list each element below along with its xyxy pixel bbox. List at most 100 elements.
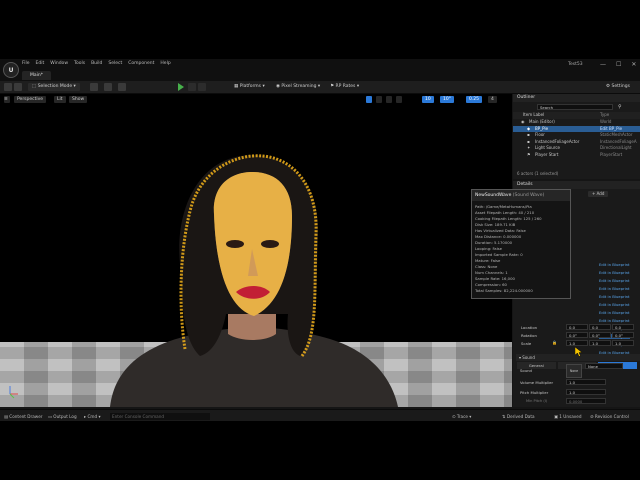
edit-in-blueprint-link[interactable]: Edit in Blueprint [599,318,630,323]
tooltip-asset-class: (Sound Wave) [512,193,545,198]
close-button[interactable]: ✕ [631,61,636,68]
scale-x[interactable]: 1.0 [566,340,588,346]
content-browser-icon[interactable] [14,83,22,91]
pixel-streaming-dropdown[interactable]: ◉ Pixel Streaming ▾ [276,83,320,91]
outliner-search-input[interactable]: Search [537,104,613,110]
menu-component[interactable]: Component [128,61,154,66]
translate-tool-icon[interactable] [376,96,382,103]
tooltip-line: Max Distance: 0.000000 [475,234,522,239]
pixel-streaming-label: Pixel Streaming [281,84,317,89]
tooltip-line: Asset Filepath Length: 40 / 210 [475,210,535,215]
row-name: Player Start [535,151,559,157]
perspective-dropdown[interactable]: Perspective [14,96,47,103]
level-viewport[interactable]: ≡ Perspective Lit Show 10 10° 0.25 4 [0,94,512,407]
minimize-button[interactable]: — [600,61,606,68]
derived-data-button[interactable]: ⇅ Derived Data [502,413,535,420]
location-y[interactable]: 0.0 [589,324,611,330]
scale-label[interactable]: Scale [521,341,531,346]
unsaved-button[interactable]: ▣ 1 Unsaved [554,413,581,420]
volume-multiplier-field[interactable]: 1.0 [566,379,606,385]
edit-in-blueprint-link[interactable]: Edit in Blueprint [599,310,630,315]
filter-icon[interactable]: ⚲ [618,104,622,110]
tooltip-line: Path: /Game/MetaHumans/Pia [475,204,532,209]
tooltip-line: Looping: False [475,246,502,251]
unreal-editor-window: U File Edit Window Tools Build Select Co… [0,59,640,421]
scale-z[interactable]: 1.0 [612,340,634,346]
trace-dropdown[interactable]: ⊙ Trace ▾ [452,413,471,420]
menu-window[interactable]: Window [50,61,68,66]
settings-dropdown[interactable]: ⚙ Settings [606,83,630,91]
outliner-tab[interactable]: Outliner [513,94,640,102]
tooltip-line: Cooking Filepath Length: 125 / 260 [475,216,542,221]
rotation-label[interactable]: Rotation [521,333,537,338]
show-dropdown[interactable]: Show [69,96,88,103]
sound-label: Sound [520,368,532,373]
content-drawer-button[interactable]: ▤ Content Drawer [4,413,43,420]
platforms-dropdown[interactable]: ▦ Platforms ▾ [234,83,265,91]
revision-control-button[interactable]: ⊘ Revision Control [590,413,629,420]
edit-in-blueprint-link[interactable]: Edit in Blueprint [599,286,630,291]
project-name: Test53 [568,62,583,67]
select-tool-icon[interactable] [366,96,372,103]
cmd-dropdown[interactable]: ▸ Cmd ▾ [84,413,101,420]
save-icon[interactable] [4,83,12,91]
edit-in-blueprint-link[interactable]: Edit in Blueprint [599,294,630,299]
menu-build[interactable]: Build [91,61,102,66]
outliner-header-row: Item Label Type [513,112,640,119]
lit-dropdown[interactable]: Lit [54,96,66,103]
min-pitch-label: Min Pitch (I) [526,399,548,403]
derived-data-label: Derived Data [506,414,535,419]
menu-tools[interactable]: Tools [74,61,85,66]
scale-y[interactable]: 1.0 [589,340,611,346]
status-bar: ▤ Content Drawer ▭ Output Log ▸ Cmd ▾ En… [0,409,640,421]
menu-edit[interactable]: Edit [36,61,45,66]
scale-tool-icon[interactable] [396,96,402,103]
menu-bar: File Edit Window Tools Build Select Comp… [22,61,171,66]
type-header[interactable]: Type [600,112,609,119]
add-component-button[interactable]: + Add [588,191,609,197]
unreal-logo-icon[interactable]: U [3,62,19,78]
edit-in-blueprint-link[interactable]: Edit in Blueprint [599,278,630,283]
stop-icon[interactable] [198,83,206,91]
maximize-button[interactable]: ☐ [616,61,621,68]
step-icon[interactable] [188,83,196,91]
tab-main-map[interactable]: Main* [22,71,51,80]
output-log-button[interactable]: ▭ Output Log [48,413,77,420]
rotate-tool-icon[interactable] [386,96,392,103]
tooltip-line: Num Channels: 1 [475,270,508,275]
rotation-y[interactable]: 0.0° [589,332,611,338]
edit-in-blueprint-link[interactable]: Edit in Blueprint [599,270,630,275]
rp-rates-dropdown[interactable]: ⚑ RP Rates ▾ [330,83,359,91]
min-pitch-field[interactable]: 0.0000 [566,398,606,404]
menu-select[interactable]: Select [108,61,122,66]
rotation-z[interactable]: 0.0° [612,332,634,338]
camera-speed-button[interactable]: 4 [488,96,497,103]
location-label[interactable]: Location [521,325,537,330]
location-x[interactable]: 0.0 [566,324,588,330]
sound-section-label: Sound [522,355,535,360]
play-button[interactable] [178,83,184,91]
viewport-menu-icon[interactable]: ≡ [4,96,10,103]
cinematics-icon[interactable] [118,83,126,91]
details-tab[interactable]: Details [513,181,640,189]
lock-icon[interactable]: 🔒 [552,340,557,345]
rp-rates-label: RP Rates [335,84,356,89]
rotation-x[interactable]: 0.0° [566,332,588,338]
grid-snap-button[interactable]: 10 [422,96,434,103]
add-actor-icon[interactable] [90,83,98,91]
sound-asset-dropdown[interactable]: None [585,363,623,369]
item-label-header[interactable]: Item Label [523,112,544,119]
menu-help[interactable]: Help [160,61,170,66]
edit-in-blueprint-link[interactable]: Edit in Blueprint [599,262,630,267]
edit-in-blueprint-link[interactable]: Edit in Blueprint [599,302,630,307]
outliner-row[interactable]: ⚑ Player Start PlayerStart [513,152,640,159]
blueprint-icon[interactable] [104,83,112,91]
menu-file[interactable]: File [22,61,30,66]
sound-thumbnail[interactable]: None [566,364,582,378]
selection-mode-dropdown[interactable]: ⬚ Selection Mode ▾ [28,83,80,91]
location-z[interactable]: 0.0 [612,324,634,330]
pitch-multiplier-field[interactable]: 1.0 [566,389,606,395]
rotation-snap-button[interactable]: 10° [440,96,454,103]
console-command-input[interactable]: Enter Console Command [110,413,210,420]
scale-snap-button[interactable]: 0.25 [466,96,483,103]
